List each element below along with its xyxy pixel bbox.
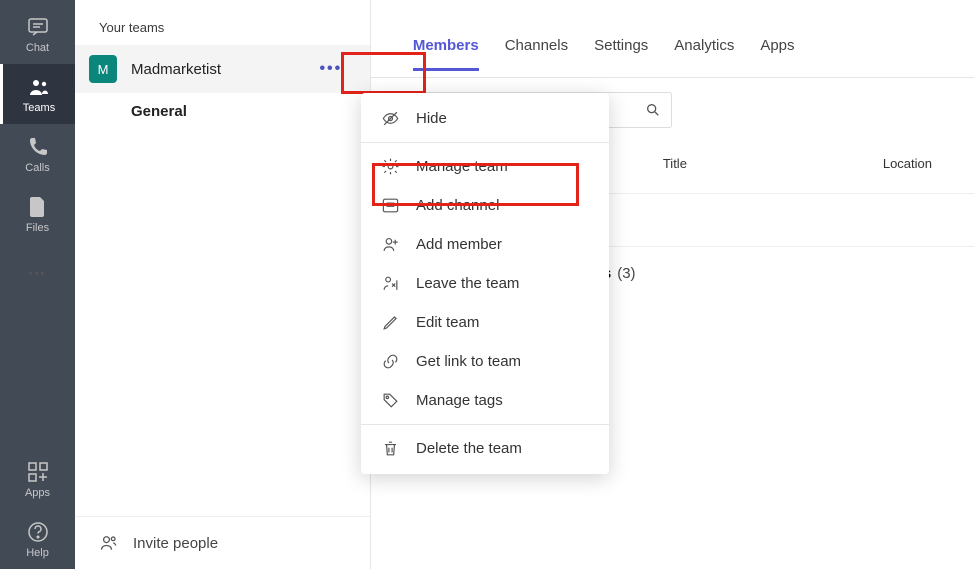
- menu-delete-team[interactable]: Delete the team: [361, 429, 609, 468]
- nav-files-label: Files: [26, 222, 49, 234]
- file-icon: [26, 195, 50, 219]
- channel-general[interactable]: General: [75, 93, 370, 130]
- nav-more[interactable]: •••: [0, 244, 75, 304]
- hide-icon: [381, 109, 400, 128]
- leave-icon: [381, 274, 400, 293]
- invite-people[interactable]: Invite people: [75, 516, 370, 569]
- menu-edit-label: Edit team: [416, 314, 479, 331]
- menu-edit-team[interactable]: Edit team: [361, 303, 609, 342]
- tab-settings[interactable]: Settings: [594, 37, 648, 71]
- menu-get-link[interactable]: Get link to team: [361, 342, 609, 381]
- add-channel-icon: [381, 196, 400, 215]
- tab-row: Members Channels Settings Analytics Apps: [371, 30, 974, 78]
- menu-hide-label: Hide: [416, 110, 447, 127]
- tab-apps[interactable]: Apps: [760, 37, 794, 71]
- nav-help[interactable]: Help: [0, 509, 75, 569]
- pencil-icon: [381, 313, 400, 332]
- menu-add-member[interactable]: Add member: [361, 225, 609, 264]
- menu-get-link-label: Get link to team: [416, 353, 521, 370]
- menu-manage-tags-label: Manage tags: [416, 392, 503, 409]
- nav-apps-label: Apps: [25, 487, 50, 499]
- menu-add-channel[interactable]: Add channel: [361, 186, 609, 225]
- teams-icon: [27, 75, 51, 99]
- nav-files[interactable]: Files: [0, 184, 75, 244]
- ellipsis-icon: •••: [29, 268, 47, 280]
- search-icon: [645, 102, 661, 118]
- link-icon: [381, 352, 400, 371]
- nav-help-label: Help: [26, 547, 49, 559]
- team-row[interactable]: M Madmarketist •••: [75, 45, 370, 93]
- team-context-menu: Hide Manage team Add channel Add member …: [361, 93, 609, 474]
- divider: [361, 142, 609, 143]
- phone-icon: [26, 135, 50, 159]
- menu-leave-team[interactable]: Leave the team: [361, 264, 609, 303]
- invite-icon: [99, 533, 119, 553]
- teams-panel: Your teams M Madmarketist ••• General In…: [75, 0, 371, 569]
- gear-icon: [381, 157, 400, 176]
- nav-chat[interactable]: Chat: [0, 4, 75, 64]
- help-icon: [26, 520, 50, 544]
- nav-apps[interactable]: Apps: [0, 449, 75, 509]
- nav-calls[interactable]: Calls: [0, 124, 75, 184]
- menu-manage-tags[interactable]: Manage tags: [361, 381, 609, 420]
- team-name: Madmarketist: [131, 61, 316, 78]
- ellipsis-icon: •••: [319, 60, 342, 78]
- nav-calls-label: Calls: [25, 162, 49, 174]
- app-bar: Chat Teams Calls Files ••• Apps Help: [0, 0, 75, 569]
- menu-manage-team-label: Manage team: [416, 158, 508, 175]
- chat-icon: [26, 15, 50, 39]
- menu-leave-label: Leave the team: [416, 275, 519, 292]
- tag-icon: [381, 391, 400, 410]
- menu-delete-label: Delete the team: [416, 440, 522, 457]
- team-more-button[interactable]: •••: [316, 60, 346, 78]
- menu-manage-team[interactable]: Manage team: [361, 147, 609, 186]
- tab-channels[interactable]: Channels: [505, 37, 568, 71]
- team-avatar: M: [89, 55, 117, 83]
- nav-teams-label: Teams: [23, 102, 55, 114]
- menu-add-member-label: Add member: [416, 236, 502, 253]
- nav-teams[interactable]: Teams: [0, 64, 75, 124]
- your-teams-header: Your teams: [75, 0, 370, 45]
- menu-hide[interactable]: Hide: [361, 99, 609, 138]
- th-location: Location: [883, 156, 932, 171]
- tab-members[interactable]: Members: [413, 37, 479, 71]
- add-member-icon: [381, 235, 400, 254]
- nav-chat-label: Chat: [26, 42, 49, 54]
- trash-icon: [381, 439, 400, 458]
- guests-count: (3): [617, 265, 635, 282]
- tab-analytics[interactable]: Analytics: [674, 37, 734, 71]
- divider: [361, 424, 609, 425]
- th-title: Title: [663, 156, 883, 171]
- apps-icon: [26, 460, 50, 484]
- invite-label: Invite people: [133, 535, 218, 552]
- menu-add-channel-label: Add channel: [416, 197, 499, 214]
